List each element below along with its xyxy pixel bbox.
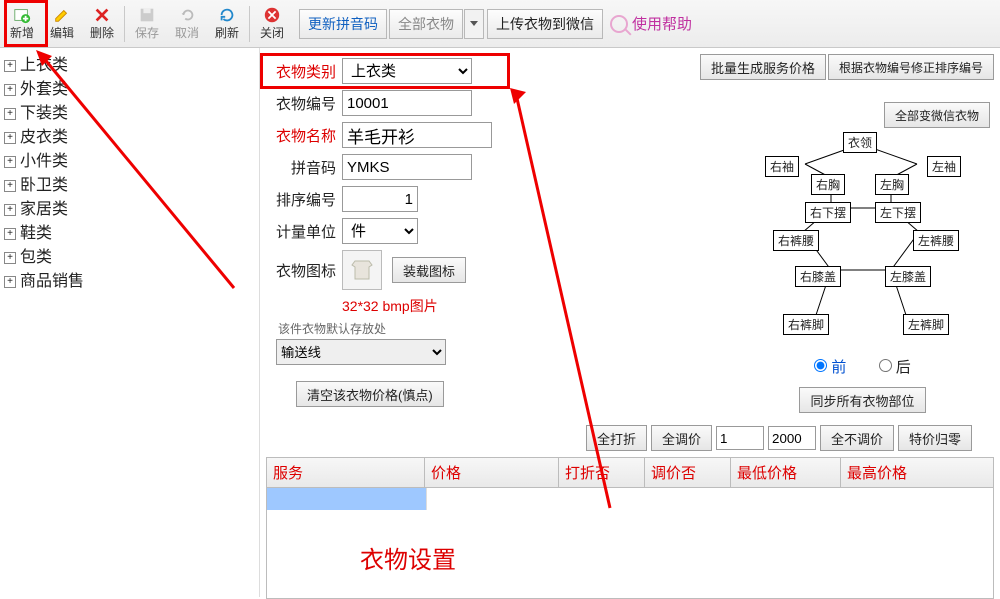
pinyin-input[interactable] xyxy=(342,154,472,180)
unit-label: 计量单位 xyxy=(266,221,336,242)
expand-icon[interactable]: + xyxy=(4,60,16,72)
garment-icon xyxy=(347,255,377,285)
search-icon xyxy=(610,15,628,33)
help-link[interactable]: 使用帮助 xyxy=(610,13,692,34)
storage-select[interactable]: 输送线 xyxy=(276,339,446,365)
all-clothes-button[interactable]: 全部衣物 xyxy=(389,9,463,39)
dg-l-waist[interactable]: 左裤腰 xyxy=(913,230,959,251)
tree-item[interactable]: +皮衣类 xyxy=(4,126,255,150)
load-icon-button[interactable]: 装载图标 xyxy=(392,257,466,283)
sort-label: 排序编号 xyxy=(266,189,336,210)
tree-item[interactable]: +鞋类 xyxy=(4,222,255,246)
update-pinyin-button[interactable]: 更新拼音码 xyxy=(299,9,387,39)
save-button[interactable]: 保存 xyxy=(127,2,167,46)
body-diagram: 衣领 右袖 左袖 右胸 左胸 右下摆 左下摆 右裤腰 左裤腰 右膝盖 左膝盖 右… xyxy=(735,130,987,350)
expand-icon[interactable]: + xyxy=(4,204,16,216)
diagram-panel: 全部变微信衣物 衣领 右袖 左袖 右胸 左胸 右下摆 左下摆 右裤腰 左裤腰 右… xyxy=(735,102,990,413)
tree-item[interactable]: +小件类 xyxy=(4,150,255,174)
add-icon xyxy=(13,6,31,24)
selected-cell[interactable] xyxy=(267,488,427,510)
unit-select[interactable]: 件 xyxy=(342,218,418,244)
toolbar: 新增 编辑 删除 保存 取消 刷新 关闭 更新拼音码 全部衣物 上传衣物到微信 … xyxy=(0,0,1000,48)
category-label: 衣物类别 xyxy=(266,61,336,82)
category-select[interactable]: 上衣类 xyxy=(342,58,472,84)
save-icon xyxy=(138,6,156,24)
expand-icon[interactable]: + xyxy=(4,180,16,192)
col-adjust: 调价否 xyxy=(645,458,731,487)
all-adjust-button[interactable]: 全调价 xyxy=(651,425,712,451)
price-val1[interactable] xyxy=(716,426,764,450)
dg-r-sleeve[interactable]: 右袖 xyxy=(765,156,799,177)
upload-wechat-button[interactable]: 上传衣物到微信 xyxy=(487,9,603,39)
name-label: 衣物名称 xyxy=(266,125,336,146)
all-clothes-dropdown[interactable] xyxy=(464,9,484,39)
tree-item[interactable]: +下装类 xyxy=(4,102,255,126)
price-grid: 服务 价格 打折否 调价否 最低价格 最高价格 xyxy=(266,457,994,599)
col-discount: 打折否 xyxy=(559,458,645,487)
refresh-icon xyxy=(218,6,236,24)
delete-icon xyxy=(93,6,111,24)
expand-icon[interactable]: + xyxy=(4,252,16,264)
dg-r-ankle[interactable]: 右裤脚 xyxy=(783,314,829,335)
tree-item[interactable]: +商品销售 xyxy=(4,270,255,294)
code-label: 衣物编号 xyxy=(266,93,336,114)
expand-icon[interactable]: + xyxy=(4,132,16,144)
clear-price-button[interactable]: 清空该衣物价格(慎点) xyxy=(296,381,444,407)
dg-l-hem[interactable]: 左下摆 xyxy=(875,202,921,223)
dg-r-knee[interactable]: 右膝盖 xyxy=(795,266,841,287)
dg-r-chest[interactable]: 右胸 xyxy=(811,174,845,195)
grid-header: 服务 价格 打折否 调价否 最低价格 最高价格 xyxy=(267,458,993,488)
dg-l-knee[interactable]: 左膝盖 xyxy=(885,266,931,287)
icon-preview xyxy=(342,250,382,290)
dg-l-sleeve[interactable]: 左袖 xyxy=(927,156,961,177)
category-tree: +上衣类 +外套类 +下装类 +皮衣类 +小件类 +卧卫类 +家居类 +鞋类 +… xyxy=(0,48,260,597)
cancel-button[interactable]: 取消 xyxy=(167,2,207,46)
expand-icon[interactable]: + xyxy=(4,156,16,168)
close-button[interactable]: 关闭 xyxy=(252,2,292,46)
new-button[interactable]: 新增 xyxy=(2,2,42,46)
icon-label: 衣物图标 xyxy=(266,260,336,281)
dg-l-ankle[interactable]: 左裤脚 xyxy=(903,314,949,335)
code-input[interactable] xyxy=(342,90,472,116)
price-val2[interactable] xyxy=(768,426,816,450)
expand-icon[interactable]: + xyxy=(4,84,16,96)
tree-item[interactable]: +家居类 xyxy=(4,198,255,222)
view-radios: 前 后 xyxy=(735,356,990,377)
front-radio[interactable]: 前 xyxy=(814,359,846,376)
pinyin-label: 拼音码 xyxy=(266,157,336,178)
undo-icon xyxy=(178,6,196,24)
col-price: 价格 xyxy=(425,458,559,487)
tree-item[interactable]: +外套类 xyxy=(4,78,255,102)
expand-icon[interactable]: + xyxy=(4,276,16,288)
sort-input[interactable] xyxy=(342,186,418,212)
dg-r-hem[interactable]: 右下摆 xyxy=(805,202,851,223)
refresh-button[interactable]: 刷新 xyxy=(207,2,247,46)
price-actions: 全打折 全调价 全不调价 特价归零 xyxy=(266,425,994,451)
no-adjust-button[interactable]: 全不调价 xyxy=(820,425,894,451)
delete-button[interactable]: 删除 xyxy=(82,2,122,46)
close-icon xyxy=(263,6,281,24)
content: 衣物类别 上衣类 衣物编号 衣物名称 拼音码 排序编号 计量单位 件 衣物图标 … xyxy=(260,48,1000,597)
reset-special-button[interactable]: 特价归零 xyxy=(898,425,972,451)
col-min: 最低价格 xyxy=(731,458,841,487)
dg-collar[interactable]: 衣领 xyxy=(843,132,877,153)
all-discount-button[interactable]: 全打折 xyxy=(586,425,647,451)
name-input[interactable] xyxy=(342,122,492,148)
back-radio[interactable]: 后 xyxy=(879,359,911,376)
tree-item[interactable]: +包类 xyxy=(4,246,255,270)
col-service: 服务 xyxy=(267,458,425,487)
pencil-icon xyxy=(53,6,71,24)
sync-parts-button[interactable]: 同步所有衣物部位 xyxy=(799,387,925,413)
tree-item[interactable]: +卧卫类 xyxy=(4,174,255,198)
edit-button[interactable]: 编辑 xyxy=(42,2,82,46)
expand-icon[interactable]: + xyxy=(4,108,16,120)
tree-item[interactable]: +上衣类 xyxy=(4,54,255,78)
col-max: 最高价格 xyxy=(841,458,993,487)
big-label: 衣物设置 xyxy=(360,540,456,575)
all-wechat-button[interactable]: 全部变微信衣物 xyxy=(884,102,990,128)
expand-icon[interactable]: + xyxy=(4,228,16,240)
dg-l-chest[interactable]: 左胸 xyxy=(875,174,909,195)
dg-r-waist[interactable]: 右裤腰 xyxy=(773,230,819,251)
